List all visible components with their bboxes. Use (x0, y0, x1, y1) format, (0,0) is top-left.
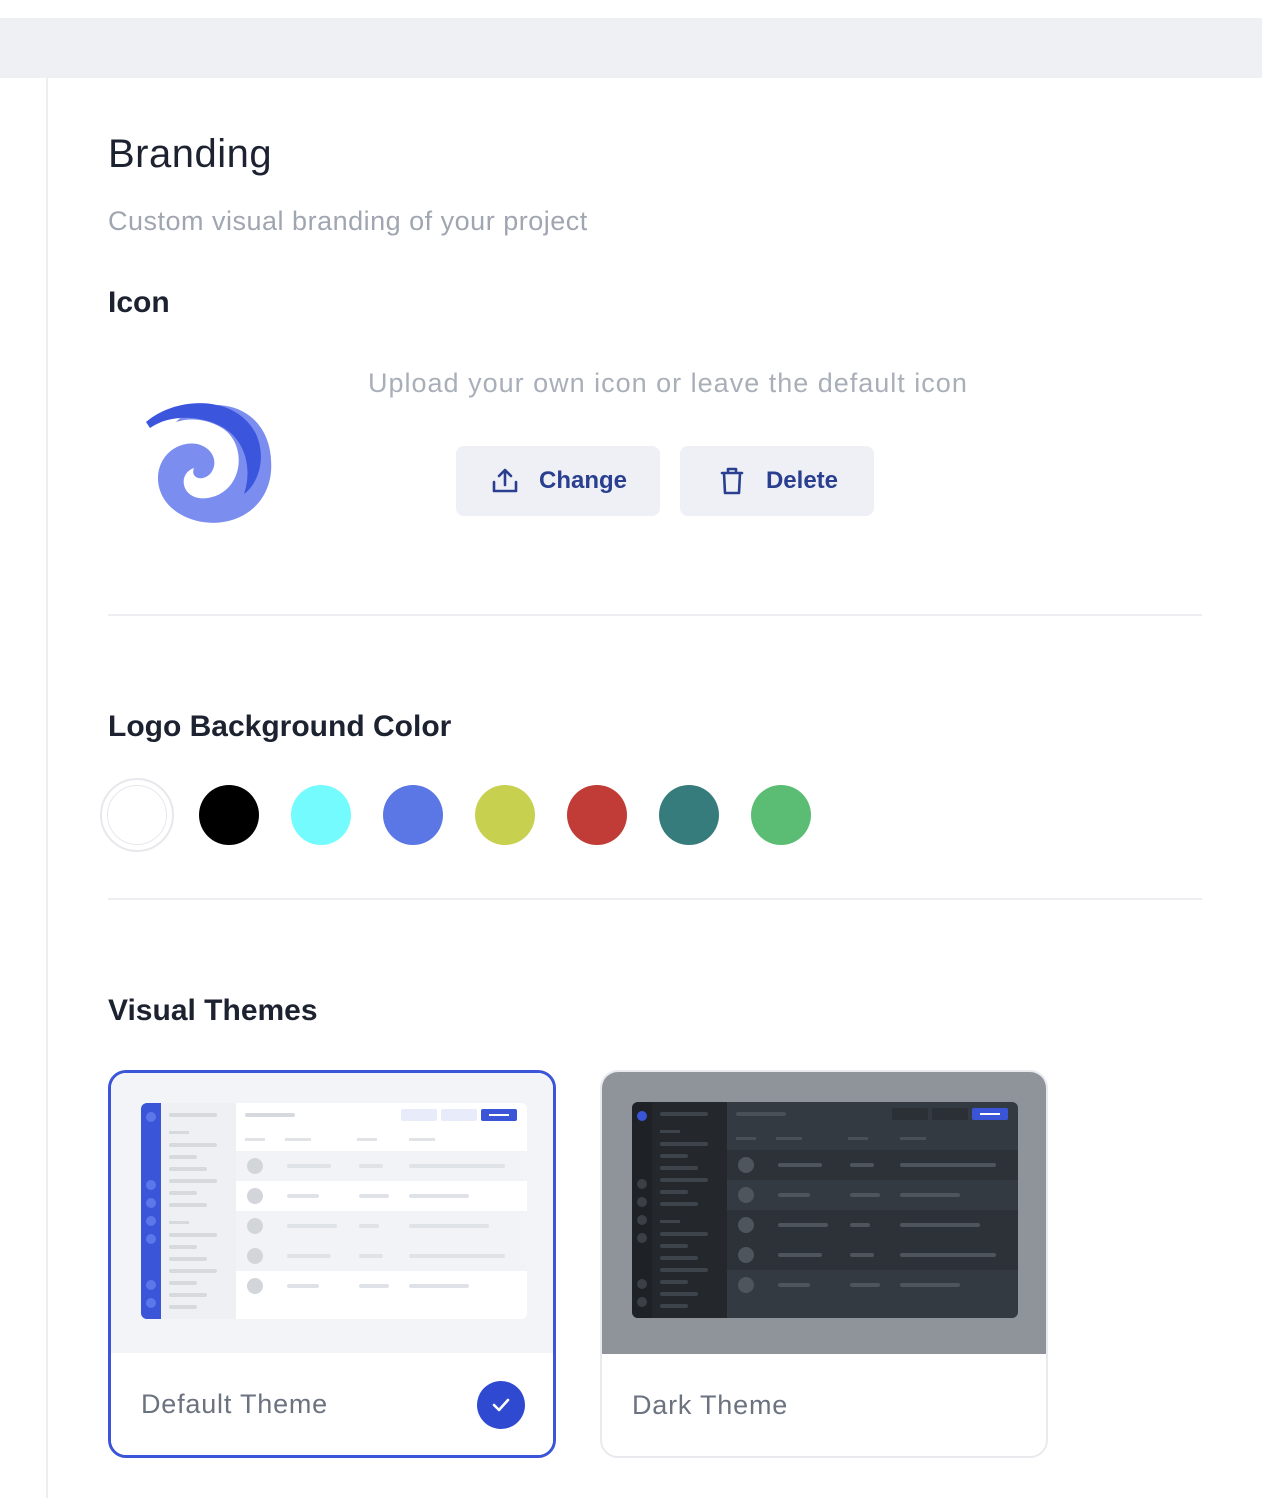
default-theme-thumbnail (141, 1103, 527, 1319)
page-subtitle: Custom visual branding of your project (108, 206, 588, 236)
change-icon-button[interactable]: Change (456, 446, 660, 516)
color-swatch-1[interactable] (192, 778, 266, 852)
theme-name-default: Default Theme (141, 1388, 328, 1419)
theme-preview-dark (602, 1072, 1046, 1358)
color-swatch-6[interactable] (652, 778, 726, 852)
project-logo (136, 394, 276, 530)
icon-upload-hint: Upload your own icon or leave the defaul… (368, 368, 968, 398)
color-swatch-dot (659, 785, 719, 845)
color-swatch-0[interactable] (100, 778, 174, 852)
color-swatch-2[interactable] (284, 778, 358, 852)
page-title: Branding (108, 132, 273, 176)
icon-section-heading: Icon (108, 286, 170, 319)
themes-heading: Visual Themes (108, 994, 318, 1027)
color-swatch-3[interactable] (376, 778, 450, 852)
theme-card-default[interactable]: Default Theme (108, 1070, 556, 1458)
top-strip (0, 0, 1262, 18)
theme-footer-dark: Dark Theme (602, 1354, 1046, 1456)
theme-name-dark: Dark Theme (632, 1389, 789, 1420)
section-divider (108, 614, 1202, 616)
dark-theme-thumbnail (632, 1102, 1018, 1318)
color-swatch-dot (107, 785, 167, 845)
top-bar (0, 18, 1262, 78)
color-swatches (100, 778, 818, 852)
theme-footer-default: Default Theme (111, 1353, 553, 1455)
sidebar-border (46, 78, 48, 1498)
trash-icon (720, 467, 744, 495)
logo-color-heading: Logo Background Color (108, 710, 452, 743)
theme-card-dark[interactable]: Dark Theme (600, 1070, 1048, 1458)
color-swatch-5[interactable] (560, 778, 634, 852)
selected-check-icon (477, 1381, 525, 1429)
color-swatch-dot (567, 785, 627, 845)
color-swatch-dot (199, 785, 259, 845)
section-divider (108, 898, 1202, 900)
delete-button-label: Delete (765, 467, 839, 494)
color-swatch-dot (475, 785, 535, 845)
color-swatch-dot (383, 785, 443, 845)
change-button-label: Change (538, 467, 627, 494)
color-swatch-dot (751, 785, 811, 845)
color-swatch-4[interactable] (468, 778, 542, 852)
upload-icon (492, 468, 518, 493)
logo-swirl-icon (146, 403, 272, 523)
delete-icon-button[interactable]: Delete (680, 446, 874, 516)
color-swatch-7[interactable] (744, 778, 818, 852)
theme-preview-default (111, 1073, 553, 1359)
color-swatch-dot (291, 785, 351, 845)
